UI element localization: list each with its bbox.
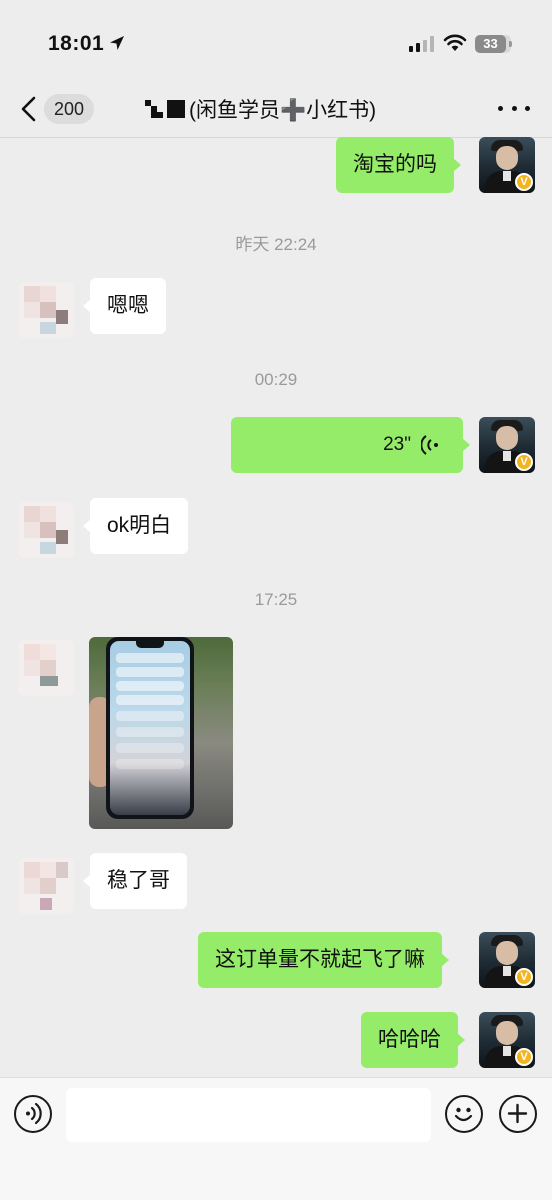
message-timestamp: 00:29 xyxy=(254,370,298,389)
message-input[interactable] xyxy=(66,1088,431,1142)
avatar-self[interactable]: V xyxy=(479,932,535,988)
input-bar xyxy=(0,1077,552,1200)
image-phone-notch xyxy=(136,641,164,648)
emoji-button[interactable] xyxy=(445,1095,483,1133)
unread-count-badge: 200 xyxy=(44,94,95,124)
message-bubble-self[interactable]: 淘宝的吗 xyxy=(336,137,461,193)
battery-level: 33 xyxy=(475,35,506,53)
signal-icon xyxy=(409,36,434,52)
message-bubble-other[interactable]: 嗯嗯 xyxy=(83,278,166,334)
message-timestamp: 昨天 22:24 xyxy=(235,235,317,254)
status-bar: 18:01 33 xyxy=(0,0,552,88)
avatar-face xyxy=(496,941,518,965)
emoji-icon xyxy=(454,1107,473,1122)
avatar-self[interactable]: V xyxy=(479,137,535,193)
plus-icon xyxy=(507,1103,528,1124)
chat-title[interactable]: (闲鱼学员➕小红书) xyxy=(145,92,376,126)
avatar-self[interactable]: V xyxy=(479,417,535,473)
wifi-icon xyxy=(443,34,467,51)
avatar-other[interactable] xyxy=(18,282,74,338)
voice-input-button[interactable] xyxy=(14,1095,52,1133)
avatar-other[interactable] xyxy=(18,640,74,696)
verified-badge-icon: V xyxy=(515,453,533,471)
voice-message-bubble[interactable]: 23" xyxy=(231,417,470,473)
avatar-collar xyxy=(503,171,511,181)
message-bubble-other[interactable]: 稳了哥 xyxy=(83,853,187,909)
chat-header: 200 (闲鱼学员➕小红书) xyxy=(0,84,552,138)
avatar-collar xyxy=(503,966,511,976)
avatar-self[interactable]: V xyxy=(479,1012,535,1068)
message-bubble-self[interactable]: 这订单量不就起飞了嘛 xyxy=(198,932,449,988)
more-dots-icon xyxy=(525,105,530,111)
avatar-face xyxy=(496,146,518,170)
voice-input-icon xyxy=(26,1102,42,1125)
image-phone-screen xyxy=(110,641,190,815)
avatar-collar xyxy=(503,451,511,461)
more-dots-icon xyxy=(498,105,503,111)
avatar-other[interactable] xyxy=(18,502,74,558)
verified-badge-icon: V xyxy=(515,968,533,986)
location-arrow-icon xyxy=(110,36,124,50)
message-bubble-other[interactable]: ok明白 xyxy=(82,498,189,554)
voice-wave-icon xyxy=(421,435,438,455)
plus-button[interactable] xyxy=(499,1095,537,1133)
avatar-other[interactable] xyxy=(18,858,74,914)
more-dots-icon xyxy=(511,105,517,111)
image-phone xyxy=(106,637,194,819)
avatar-face xyxy=(496,1021,518,1045)
message-timestamp: 17:25 xyxy=(254,590,298,609)
avatar-collar xyxy=(503,1046,511,1056)
group-avatar-icon xyxy=(145,100,163,118)
verified-badge-icon: V xyxy=(515,1048,533,1066)
more-button[interactable] xyxy=(498,96,530,120)
back-button[interactable]: 200 xyxy=(14,88,104,130)
battery-nub xyxy=(509,41,512,47)
battery-icon: 33 xyxy=(475,35,512,53)
avatar-face xyxy=(496,426,518,450)
group-avatar-icon xyxy=(167,100,185,118)
verified-badge-icon: V xyxy=(515,173,533,191)
message-image[interactable] xyxy=(89,637,233,829)
message-bubble-self[interactable]: 哈哈哈 xyxy=(361,1012,465,1068)
chat-title-text: (闲鱼学员➕小红书) xyxy=(189,99,377,122)
status-time: 18:01 xyxy=(48,32,105,55)
voice-duration: 23" xyxy=(383,434,411,455)
chevron-left-icon xyxy=(21,96,36,122)
